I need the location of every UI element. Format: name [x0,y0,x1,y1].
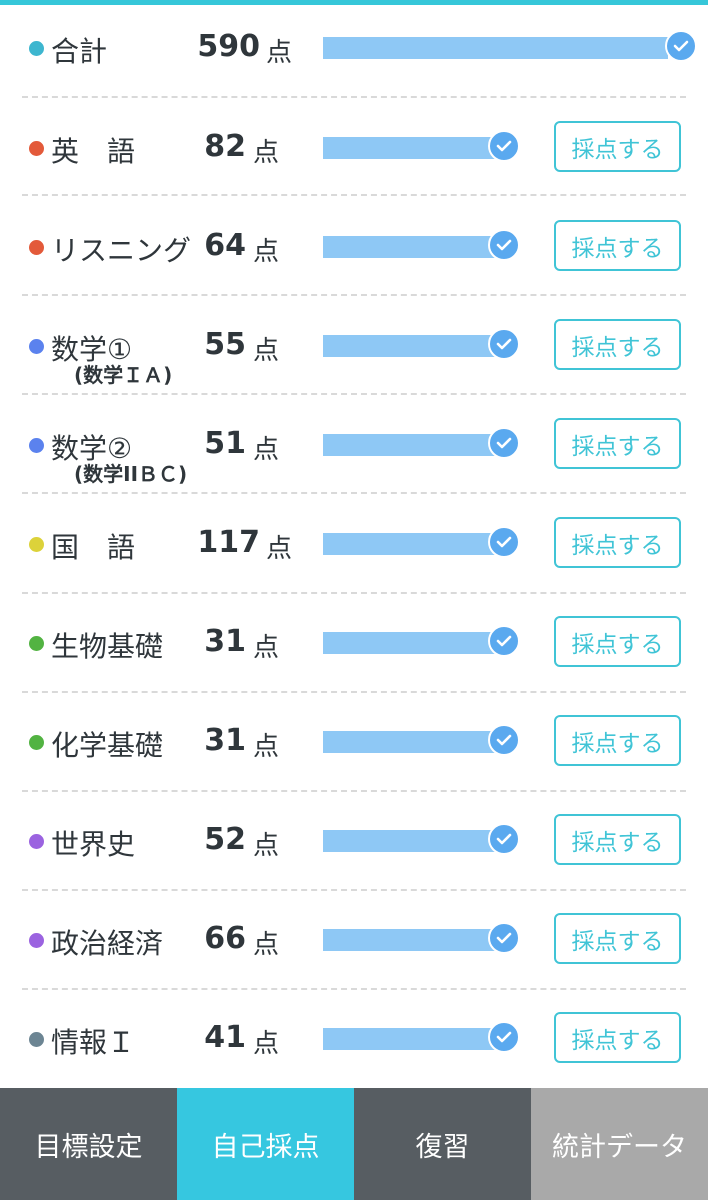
subject-color-dot [29,339,44,354]
subject-sublabel: (数学ＩＡ) [74,363,173,387]
subject-progress-bar [323,830,503,852]
total-unit: 点 [266,38,293,68]
subject-unit: 点 [253,1029,280,1059]
subject-score: 117 [197,525,260,560]
subject-label: 世界史 [51,828,136,861]
subject-score: 55 [204,327,246,362]
subject-score: 31 [204,723,246,758]
subject-progress-fill [323,1028,497,1050]
subject-color-dot [29,834,44,849]
subject-progress-bar [323,731,503,753]
subject-unit: 点 [266,534,293,564]
subject-progress-fill [323,236,497,258]
subject-score: 82 [204,129,246,164]
subject-row-biology: 生物基礎 31 点 採点する [0,592,708,691]
subject-sublabel: (数学IIＢＣ) [74,462,188,486]
subject-label: 英 語 [51,135,136,168]
check-icon [488,823,520,855]
subject-progress-bar [323,533,503,555]
total-label: 合計 [51,35,108,68]
subject-score: 66 [204,921,246,956]
subject-row-english: 英 語 82 点 採点する [0,97,708,196]
check-icon [488,526,520,558]
tab-review[interactable]: 復習 [354,1088,531,1200]
subject-row-chemistry: 化学基礎 31 点 採点する [0,691,708,790]
subject-color-dot [29,1032,44,1047]
check-icon [488,229,520,261]
subject-color-dot [29,537,44,552]
subject-progress-fill [323,335,497,357]
subject-unit: 点 [253,831,280,861]
subject-color-dot [29,141,44,156]
grade-button-informatics[interactable]: 採点する [554,1012,681,1063]
total-row: 合計 590 点 [0,0,708,99]
subject-row-math2: 数学② (数学IIＢＣ) 51 点 採点する [0,394,708,493]
total-color-dot [29,41,44,56]
subject-progress-bar [323,236,503,258]
subject-progress-fill [323,830,497,852]
total-score: 590 [197,29,260,64]
subject-progress-fill [323,632,497,654]
subject-unit: 点 [253,138,280,168]
subject-progress-fill [323,731,497,753]
tab-self-scoring[interactable]: 自己採点 [177,1088,354,1200]
grade-button-politics-economics[interactable]: 採点する [554,913,681,964]
check-icon [488,724,520,756]
subject-progress-bar [323,434,503,456]
subject-color-dot [29,636,44,651]
subject-progress-bar [323,1028,503,1050]
subject-color-dot [29,735,44,750]
grade-button-listening[interactable]: 採点する [554,220,681,271]
subject-progress-bar [323,335,503,357]
subject-label: 国 語 [51,531,136,564]
grade-button-math2[interactable]: 採点する [554,418,681,469]
subject-row-world-history: 世界史 52 点 採点する [0,790,708,889]
grade-button-math1[interactable]: 採点する [554,319,681,370]
subject-score: 41 [204,1020,246,1055]
subject-color-dot [29,933,44,948]
subject-unit: 点 [253,435,280,465]
subject-unit: 点 [253,336,280,366]
subject-score: 51 [204,426,246,461]
grade-button-english[interactable]: 採点する [554,121,681,172]
subject-progress-fill [323,929,497,951]
subject-score: 31 [204,624,246,659]
subject-unit: 点 [253,237,280,267]
subject-progress-fill [323,434,497,456]
grade-button-world-history[interactable]: 採点する [554,814,681,865]
check-icon [488,625,520,657]
subject-color-dot [29,438,44,453]
grade-button-chemistry[interactable]: 採点する [554,715,681,766]
subject-row-math1: 数学① (数学ＩＡ) 55 点 採点する [0,295,708,394]
check-icon [488,328,520,360]
subject-unit: 点 [253,930,280,960]
total-progress-fill [323,37,668,59]
subject-row-listening: リスニング 64 点 採点する [0,196,708,295]
check-icon [488,130,520,162]
total-progress-bar [323,37,673,59]
check-icon [488,427,520,459]
subject-progress-bar [323,929,503,951]
subject-row-politics-economics: 政治経済 66 点 採点する [0,889,708,988]
tab-goal-setting[interactable]: 目標設定 [0,1088,177,1200]
grade-button-japanese[interactable]: 採点する [554,517,681,568]
subject-progress-bar [323,632,503,654]
subject-score: 52 [204,822,246,857]
tab-statistics[interactable]: 統計データ [531,1088,708,1200]
subject-color-dot [29,240,44,255]
subject-label: 情報Ｉ [51,1026,136,1059]
bottom-tab-bar: 目標設定 自己採点 復習 統計データ [0,1088,708,1200]
subject-unit: 点 [253,633,280,663]
check-icon [488,922,520,954]
grade-button-biology[interactable]: 採点する [554,616,681,667]
subject-progress-fill [323,137,497,159]
subject-row-japanese: 国 語 117 点 採点する [0,493,708,592]
subject-unit: 点 [253,732,280,762]
subject-progress-bar [323,137,503,159]
check-icon [488,1021,520,1053]
subject-progress-fill [323,533,497,555]
subject-row-informatics: 情報Ｉ 41 点 採点する [0,988,708,1087]
total-check-icon [665,30,697,62]
subject-score: 64 [204,228,246,263]
